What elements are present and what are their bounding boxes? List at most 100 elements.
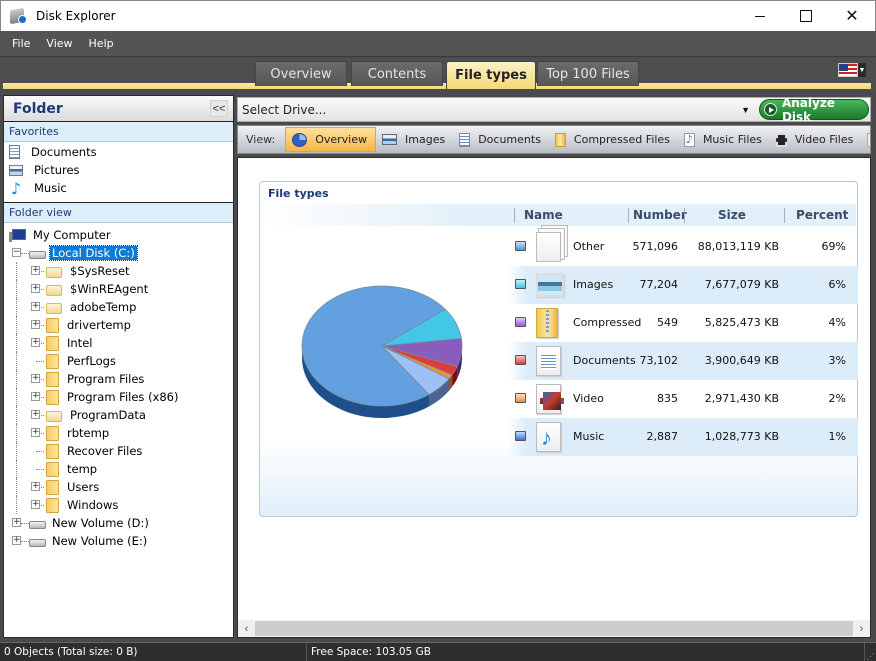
dropdown-caret-icon[interactable]: ▼ bbox=[741, 105, 750, 115]
tree-item-folder[interactable]: PerfLogs bbox=[4, 352, 233, 370]
expand-icon[interactable]: + bbox=[12, 518, 21, 527]
file-type-row[interactable]: Other 571,096 88,013,119 KB 69% bbox=[508, 228, 858, 266]
tree-item-folder[interactable]: + Program Files (x86) bbox=[4, 388, 233, 406]
title-bar: Disk Explorer ✕ bbox=[0, 0, 876, 31]
view-images-button[interactable]: Images bbox=[376, 127, 453, 152]
minimize-button[interactable] bbox=[737, 1, 783, 31]
maximize-button[interactable] bbox=[783, 1, 829, 31]
analyze-disk-button[interactable]: Analyze Disk bbox=[759, 96, 869, 124]
menu-view[interactable]: View bbox=[38, 37, 80, 50]
legend-swatch bbox=[515, 355, 526, 365]
tree-item-folder[interactable]: + $SysReset bbox=[4, 262, 233, 280]
expand-icon[interactable]: + bbox=[31, 320, 40, 329]
tree-label: Program Files bbox=[67, 372, 145, 386]
view-music-files-button[interactable]: ♪ Music Files bbox=[678, 127, 770, 152]
tree-label: New Volume (E:) bbox=[52, 534, 148, 548]
expand-icon[interactable]: + bbox=[31, 482, 40, 491]
favorite-pictures[interactable]: Pictures bbox=[4, 161, 233, 179]
folder-icon bbox=[46, 266, 62, 278]
play-icon bbox=[764, 103, 777, 116]
scroll-right-icon[interactable]: › bbox=[853, 620, 870, 637]
tree-label: Windows bbox=[67, 498, 119, 512]
tree-item-folder[interactable]: + adobeTemp bbox=[4, 298, 233, 316]
scrollbar-thumb[interactable] bbox=[255, 621, 853, 636]
file-type-number: 571,096 bbox=[632, 240, 679, 253]
view-compressed-files-button[interactable]: Compressed Files bbox=[549, 127, 678, 152]
file-type-row[interactable]: Video 835 2,971,430 KB 2% bbox=[508, 380, 858, 418]
music-file-icon: ♪ bbox=[683, 132, 695, 147]
tree-item-folder[interactable]: Recover Files bbox=[4, 442, 233, 460]
view-other-files-button[interactable] bbox=[861, 127, 870, 152]
tree-label: Recover Files bbox=[67, 444, 143, 458]
content-area: File types Name Number Size Percent Othe… bbox=[237, 157, 871, 638]
column-header-name[interactable]: Name bbox=[524, 208, 563, 222]
file-type-row[interactable]: Compressed 549 5,825,473 KB 4% bbox=[508, 304, 858, 342]
menu-file[interactable]: File bbox=[4, 37, 38, 50]
view-button-label: Music Files bbox=[702, 133, 762, 146]
view-video-files-button[interactable]: Video Files bbox=[770, 127, 861, 152]
folder-icon bbox=[46, 443, 59, 459]
tree-item-drive[interactable]: − Local Disk (C:) bbox=[4, 244, 233, 262]
menu-help[interactable]: Help bbox=[81, 37, 122, 50]
column-separator bbox=[684, 208, 685, 223]
tab-contents[interactable]: Contents bbox=[351, 61, 443, 86]
column-header-number[interactable]: Number bbox=[633, 208, 687, 222]
tree-item-drive[interactable]: + New Volume (E:) bbox=[4, 532, 233, 550]
tree-label: New Volume (D:) bbox=[52, 516, 149, 530]
drive-select-dropdown[interactable]: Select Drive... bbox=[238, 103, 741, 117]
tree-item-my-computer[interactable]: My Computer bbox=[4, 226, 233, 244]
file-type-row[interactable]: Music 2,887 1,028,773 KB 1% bbox=[508, 418, 858, 456]
tree-item-folder[interactable]: + Users bbox=[4, 478, 233, 496]
collapse-panel-button[interactable]: << bbox=[210, 100, 228, 117]
close-button[interactable]: ✕ bbox=[829, 1, 875, 31]
tree-item-folder[interactable]: + Program Files bbox=[4, 370, 233, 388]
expand-icon[interactable]: + bbox=[31, 374, 40, 383]
file-type-number: 549 bbox=[657, 316, 678, 329]
tree-item-folder[interactable]: + Intel bbox=[4, 334, 233, 352]
view-overview-button[interactable]: Overview bbox=[285, 127, 377, 152]
expand-icon[interactable]: + bbox=[31, 302, 40, 311]
tree-item-folder[interactable]: temp bbox=[4, 460, 233, 478]
tree-item-folder[interactable]: + ProgramData bbox=[4, 406, 233, 424]
tab-top-100-files[interactable]: Top 100 Files bbox=[537, 61, 639, 86]
file-types-card: File types Name Number Size Percent Othe… bbox=[259, 181, 858, 517]
language-dropdown-caret-icon[interactable]: ▼ bbox=[858, 63, 866, 77]
resize-grip-icon[interactable]: ⋰ bbox=[864, 643, 876, 661]
legend-swatch bbox=[515, 279, 526, 289]
expand-icon[interactable]: + bbox=[31, 266, 40, 275]
expand-icon[interactable]: + bbox=[12, 536, 21, 545]
file-type-size: 5,825,473 KB bbox=[704, 316, 779, 329]
view-button-label: Video Files bbox=[794, 133, 854, 146]
window-title: Disk Explorer bbox=[36, 9, 116, 23]
tree-item-folder[interactable]: + Windows bbox=[4, 496, 233, 514]
expand-icon[interactable]: + bbox=[31, 500, 40, 509]
expand-icon[interactable]: + bbox=[31, 338, 40, 347]
view-documents-button[interactable]: Documents bbox=[453, 127, 549, 152]
documents-file-icon bbox=[536, 346, 561, 376]
file-type-number: 835 bbox=[657, 392, 678, 405]
tab-file-types[interactable]: File types bbox=[446, 61, 536, 89]
expand-icon[interactable]: + bbox=[31, 428, 40, 437]
us-flag-icon[interactable] bbox=[838, 63, 858, 77]
tree-item-folder[interactable]: + rbtemp bbox=[4, 424, 233, 442]
expand-icon[interactable]: + bbox=[31, 392, 40, 401]
horizontal-scrollbar[interactable]: ‹ › bbox=[238, 620, 870, 637]
favorite-music[interactable]: ♪ Music bbox=[4, 179, 233, 198]
file-type-row[interactable]: Documents 73,102 3,900,649 KB 3% bbox=[508, 342, 858, 380]
collapse-icon[interactable]: − bbox=[12, 248, 21, 257]
expand-icon[interactable]: + bbox=[31, 410, 40, 419]
tree-item-folder[interactable]: + drivertemp bbox=[4, 316, 233, 334]
other-file-icon bbox=[536, 232, 561, 262]
scroll-left-icon[interactable]: ‹ bbox=[238, 620, 255, 637]
tree-item-folder[interactable]: + $WinREAgent bbox=[4, 280, 233, 298]
tab-overview[interactable]: Overview bbox=[255, 61, 347, 86]
favorite-documents[interactable]: Documents bbox=[4, 143, 233, 161]
column-header-size[interactable]: Size bbox=[718, 208, 746, 222]
tree-label: $WinREAgent bbox=[70, 282, 149, 296]
expand-icon[interactable]: + bbox=[31, 284, 40, 293]
folder-icon bbox=[46, 497, 59, 513]
tree-item-drive[interactable]: + New Volume (D:) bbox=[4, 514, 233, 532]
column-header-percent[interactable]: Percent bbox=[796, 208, 848, 222]
video-file-icon bbox=[536, 384, 564, 414]
file-type-row[interactable]: Images 77,204 7,677,079 KB 6% bbox=[508, 266, 858, 304]
